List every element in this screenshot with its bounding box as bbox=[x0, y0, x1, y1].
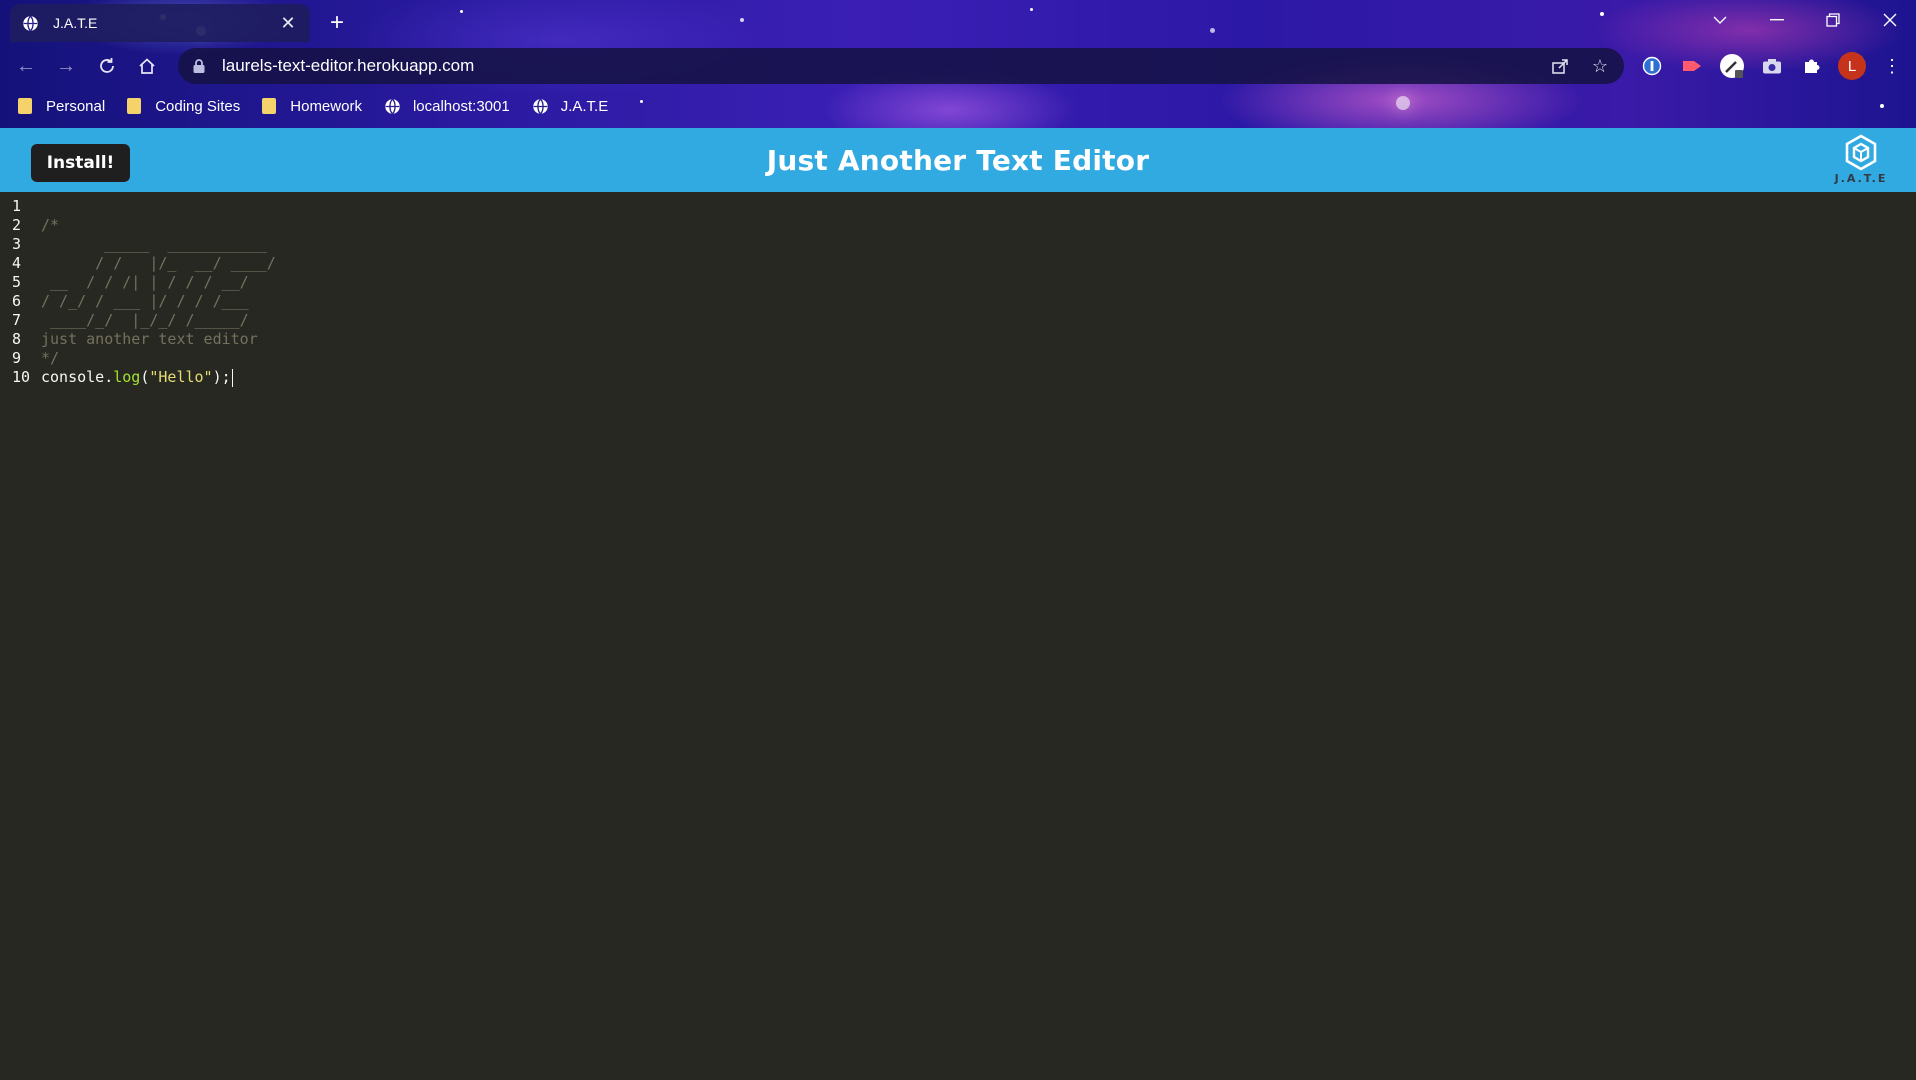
bookmarks-bar: Personal Coding Sites Homework localhost… bbox=[0, 90, 1916, 122]
background-star bbox=[460, 10, 463, 13]
code-comment: / /_/ / ___ |/ / / /___ bbox=[41, 292, 276, 310]
profile-avatar[interactable]: L bbox=[1838, 52, 1866, 80]
folder-icon bbox=[262, 98, 277, 114]
code-comment: ____/_/ |_/_/ /_____/ bbox=[41, 311, 276, 329]
app-header: Install! Just Another Text Editor J.A.T.… bbox=[0, 128, 1916, 192]
bookmark-jate[interactable]: J.A.T.E bbox=[532, 97, 609, 115]
code-comment: / / |/_ __/ ____/ bbox=[41, 254, 276, 272]
bookmark-label: localhost:3001 bbox=[412, 97, 510, 115]
background-star bbox=[1030, 8, 1033, 11]
folder-icon bbox=[127, 98, 142, 114]
logo-text: J.A.T.E bbox=[1834, 172, 1888, 185]
bookmark-label: Homework bbox=[290, 97, 362, 115]
browser-chrome: J.A.T.E ✕ + ← → laurels-text-editor.hero… bbox=[0, 0, 1916, 128]
tab-search-icon[interactable] bbox=[1692, 0, 1748, 40]
more-menu-icon[interactable]: ⋮ bbox=[1876, 50, 1908, 82]
editor-line: 5 __ / / /| | / / / __/ bbox=[0, 273, 1916, 292]
jate-logo: J.A.T.E bbox=[1832, 134, 1890, 190]
password-manager-icon[interactable] bbox=[1636, 50, 1668, 82]
editor-line: 2 /* bbox=[0, 216, 1916, 235]
cube-logo-icon bbox=[1845, 134, 1877, 171]
background-star bbox=[1210, 28, 1215, 33]
code-comment: just another text editor bbox=[41, 330, 258, 348]
bookmark-label: Personal bbox=[46, 97, 106, 115]
editor-line: 9 */ bbox=[0, 349, 1916, 368]
browser-toolbar: ← → laurels-text-editor.herokuapp.com ☆ bbox=[0, 44, 1916, 88]
editor-line: 3 _____ ___________ bbox=[0, 235, 1916, 254]
bookmark-coding-sites[interactable]: Coding Sites bbox=[127, 98, 240, 115]
line-number: 10 bbox=[12, 368, 31, 386]
camera-icon[interactable] bbox=[1756, 50, 1788, 82]
home-icon[interactable] bbox=[133, 52, 161, 80]
line-number: 8 bbox=[12, 330, 22, 348]
editor-line: 4 / / |/_ __/ ____/ bbox=[0, 254, 1916, 273]
globe-icon bbox=[532, 98, 548, 114]
line-number: 3 bbox=[12, 235, 22, 253]
line-number: 2 bbox=[12, 216, 22, 234]
code-comment: /* bbox=[41, 216, 60, 234]
reload-icon[interactable] bbox=[93, 52, 121, 80]
line-number: 5 bbox=[12, 273, 22, 291]
extensions-puzzle-icon[interactable] bbox=[1796, 50, 1828, 82]
bookmark-star-icon[interactable]: ☆ bbox=[1584, 50, 1616, 82]
browser-tab[interactable]: J.A.T.E ✕ bbox=[10, 4, 310, 42]
editor-line: 8 just another text editor bbox=[0, 330, 1916, 349]
screencast-extension-icon[interactable] bbox=[1676, 50, 1708, 82]
code-paren: ); bbox=[212, 368, 231, 386]
code-statement: console.log("Hello"); bbox=[41, 368, 233, 387]
editor-line: 10 console.log("Hello"); bbox=[0, 368, 1916, 387]
bookmark-label: Coding Sites bbox=[155, 97, 241, 115]
color-picker-extension-icon[interactable] bbox=[1716, 50, 1748, 82]
editor-line: 6 / /_/ / ___ |/ / / /___ bbox=[0, 292, 1916, 311]
close-icon[interactable] bbox=[1862, 0, 1916, 40]
back-arrow-icon[interactable]: ← bbox=[12, 52, 40, 80]
code-function: log bbox=[113, 368, 141, 386]
lock-icon bbox=[193, 59, 205, 73]
code-comment: */ bbox=[41, 349, 60, 367]
globe-icon bbox=[385, 98, 400, 114]
tab-title: J.A.T.E bbox=[53, 15, 98, 31]
bookmark-homework[interactable]: Homework bbox=[262, 98, 362, 115]
background-star bbox=[740, 18, 744, 22]
text-cursor bbox=[231, 368, 233, 387]
editor-line: 7 ____/_/ |_/_/ /_____/ bbox=[0, 311, 1916, 330]
page-title: Just Another Text Editor bbox=[766, 143, 1150, 177]
line-number: 1 bbox=[12, 197, 22, 215]
folder-icon bbox=[18, 98, 32, 114]
code-comment: _____ ___________ bbox=[41, 235, 276, 253]
code-object: console. bbox=[41, 368, 114, 386]
line-number: 9 bbox=[12, 349, 22, 367]
close-icon[interactable]: ✕ bbox=[278, 13, 298, 33]
code-string: "Hello" bbox=[149, 368, 213, 386]
minimize-icon[interactable] bbox=[1749, 0, 1805, 40]
install-button[interactable]: Install! bbox=[31, 144, 130, 182]
line-number: 4 bbox=[12, 254, 22, 272]
new-tab-button[interactable]: + bbox=[322, 8, 352, 38]
share-icon[interactable] bbox=[1544, 50, 1576, 82]
code-editor[interactable]: 1 2 /* 3 _____ ___________ 4 / / |/_ __/… bbox=[0, 192, 1916, 1080]
url-text: laurels-text-editor.herokuapp.com bbox=[222, 56, 475, 75]
line-number: 7 bbox=[12, 311, 22, 329]
globe-icon bbox=[23, 15, 38, 31]
forward-arrow-icon[interactable]: → bbox=[52, 52, 80, 80]
line-number: 6 bbox=[12, 292, 22, 310]
bookmark-localhost[interactable]: localhost:3001 bbox=[384, 98, 510, 115]
restore-icon[interactable] bbox=[1805, 0, 1861, 40]
address-bar[interactable]: laurels-text-editor.herokuapp.com ☆ bbox=[178, 48, 1624, 84]
editor-line: 1 bbox=[0, 197, 1916, 216]
bookmark-label: J.A.T.E bbox=[560, 97, 609, 115]
bookmark-personal[interactable]: Personal bbox=[18, 98, 105, 115]
background-star bbox=[1600, 12, 1604, 16]
code-comment: __ / / /| | / / / __/ bbox=[41, 273, 276, 291]
